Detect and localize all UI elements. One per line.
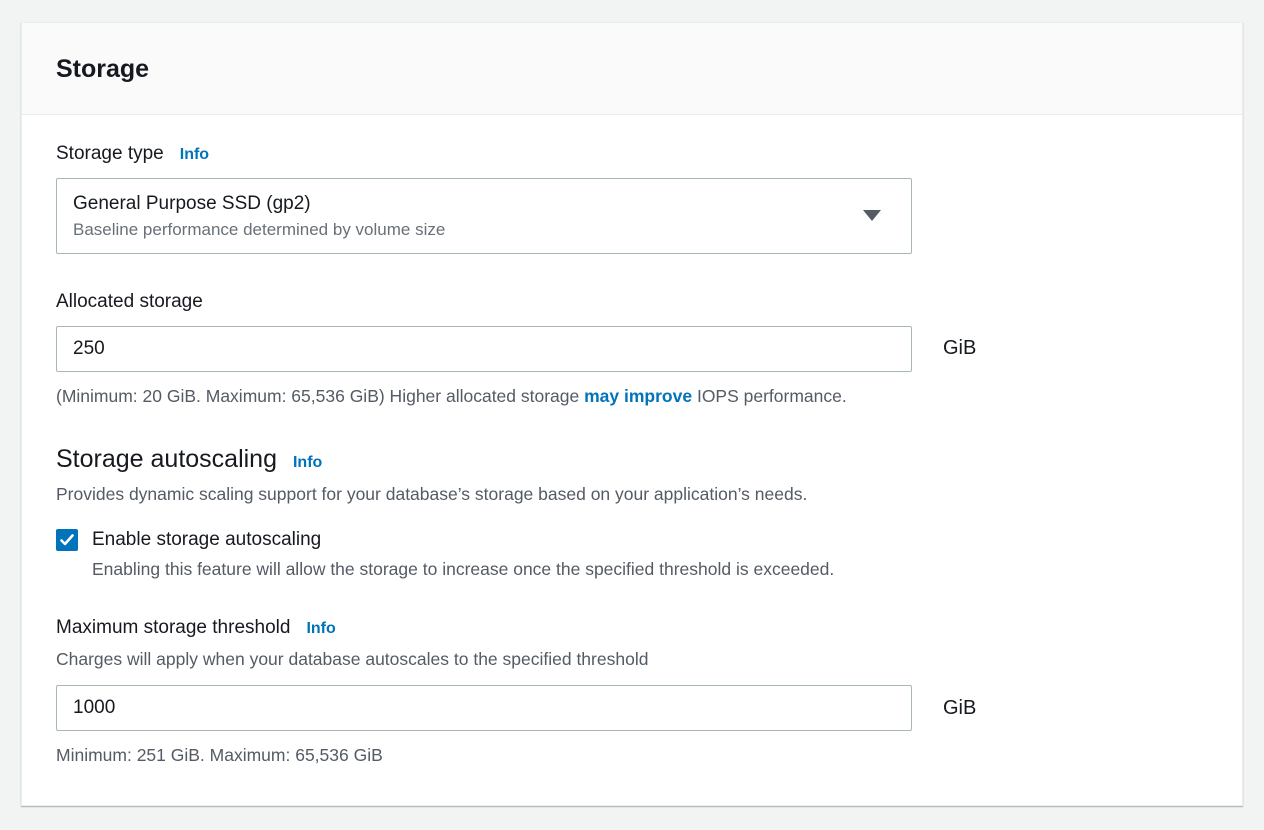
enable-autoscaling-description: Enabling this feature will allow the sto… (92, 557, 842, 582)
chevron-down-icon (863, 210, 881, 221)
max-threshold-unit: GiB (943, 697, 976, 720)
storage-type-info-link[interactable]: Info (180, 146, 209, 164)
page-title: Storage (56, 55, 1208, 84)
max-threshold-input[interactable] (56, 685, 912, 731)
max-threshold-input-row: GiB (56, 685, 1208, 731)
checkmark-icon (60, 534, 74, 546)
autoscaling-heading: Storage autoscaling (56, 445, 277, 474)
max-threshold-description: Charges will apply when your database au… (56, 647, 1208, 672)
allocated-storage-helper-suffix: IOPS performance. (692, 386, 847, 406)
allocated-storage-helper-prefix: (Minimum: 20 GiB. Maximum: 65,536 GiB) H… (56, 386, 584, 406)
storage-type-label-row: Storage type Info (56, 143, 1208, 165)
panel-header: Storage (22, 23, 1242, 115)
autoscaling-description: Provides dynamic scaling support for you… (56, 482, 1208, 507)
enable-autoscaling-label[interactable]: Enable storage autoscaling (92, 529, 321, 551)
allocated-storage-input-row: GiB (56, 326, 1208, 372)
storage-type-label: Storage type (56, 143, 164, 165)
autoscaling-heading-row: Storage autoscaling Info (56, 445, 1208, 474)
may-improve-link[interactable]: may improve (584, 386, 692, 406)
storage-type-selected-description: Baseline performance determined by volum… (73, 219, 445, 241)
max-threshold-label: Maximum storage threshold (56, 617, 290, 639)
max-threshold-helper: Minimum: 251 GiB. Maximum: 65,536 GiB (56, 743, 1208, 768)
max-threshold-label-row: Maximum storage threshold Info (56, 617, 1208, 639)
max-threshold-info-link[interactable]: Info (306, 620, 335, 638)
allocated-storage-label-row: Allocated storage (56, 291, 1208, 313)
max-threshold-block: Maximum storage threshold Info Charges w… (56, 617, 1208, 769)
panel-body: Storage type Info General Purpose SSD (g… (22, 115, 1242, 796)
storage-panel: Storage Storage type Info General Purpos… (21, 22, 1243, 806)
storage-type-selected-title: General Purpose SSD (gp2) (73, 190, 445, 219)
enable-autoscaling-checkbox[interactable] (56, 529, 78, 551)
storage-type-selected-option: General Purpose SSD (gp2) Baseline perfo… (73, 190, 445, 241)
allocated-storage-input[interactable] (56, 326, 912, 372)
allocated-storage-unit: GiB (943, 337, 976, 360)
allocated-storage-helper: (Minimum: 20 GiB. Maximum: 65,536 GiB) H… (56, 384, 1208, 409)
storage-type-select[interactable]: General Purpose SSD (gp2) Baseline perfo… (56, 178, 912, 254)
enable-autoscaling-row: Enable storage autoscaling (56, 529, 1208, 551)
allocated-storage-label: Allocated storage (56, 291, 203, 313)
autoscaling-info-link[interactable]: Info (293, 454, 322, 472)
